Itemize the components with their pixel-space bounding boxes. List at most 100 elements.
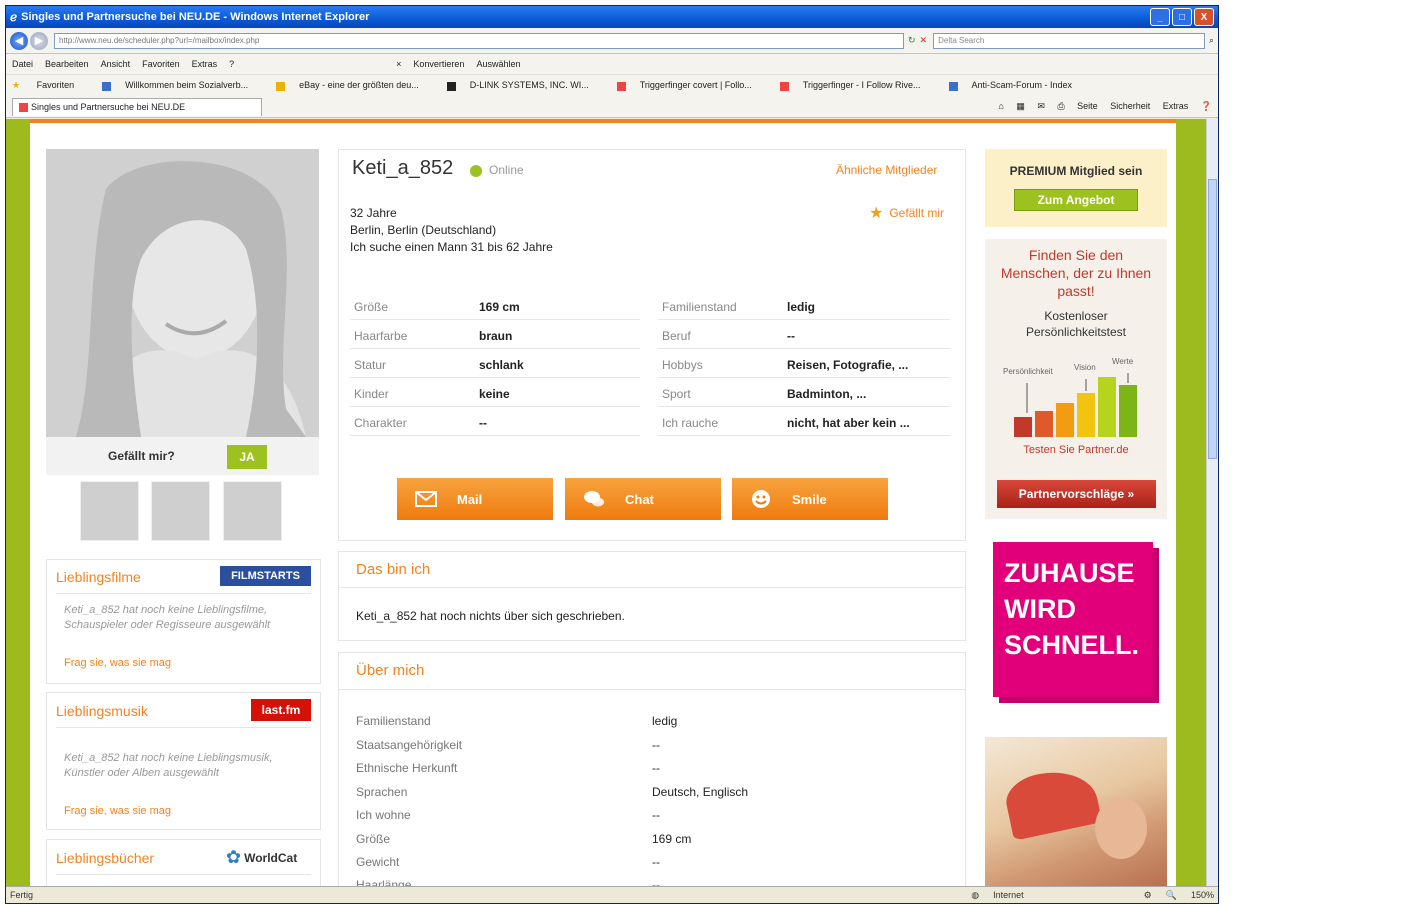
dlink-icon bbox=[446, 81, 456, 91]
minimize-button[interactable]: _ bbox=[1150, 8, 1170, 26]
photo-thumbnail-3[interactable] bbox=[223, 481, 282, 541]
tool-extras[interactable]: Extras bbox=[1163, 101, 1189, 111]
favorite-link-4[interactable]: Triggerfinger covert | Follo... bbox=[616, 80, 766, 91]
feeds-icon[interactable]: ▦ bbox=[1016, 101, 1025, 111]
detail-label: Staatsangehörigkeit bbox=[356, 738, 463, 752]
photo-thumbnail-1[interactable] bbox=[80, 481, 139, 541]
detail-value: -- bbox=[652, 855, 660, 869]
protected-mode-icon[interactable]: ⚙ bbox=[1144, 890, 1152, 901]
zoom-icon[interactable]: 🔍 bbox=[1166, 890, 1177, 901]
page-content: Gefällt mir? JA Lieblingsfilme FILMSTART… bbox=[30, 119, 1176, 886]
back-icon[interactable]: ◀ bbox=[10, 31, 28, 50]
profile-photo[interactable] bbox=[46, 149, 319, 437]
detail-value: ledig bbox=[652, 714, 678, 728]
search-icon[interactable]: ⌕ bbox=[1209, 35, 1214, 46]
menu-bar: Datei Bearbeiten Ansicht Favoriten Extra… bbox=[6, 54, 1218, 74]
divider bbox=[56, 874, 311, 875]
photo-thumbnail-2[interactable] bbox=[151, 481, 210, 541]
attr-label: Ich rauche bbox=[662, 416, 719, 430]
menu-help[interactable]: ? bbox=[229, 59, 234, 69]
detail-label: Haarlänge bbox=[356, 878, 412, 886]
favorite-link-5[interactable]: Triggerfinger - I Follow Rive... bbox=[779, 80, 935, 91]
close-button[interactable]: X bbox=[1194, 8, 1214, 26]
divider bbox=[658, 348, 950, 349]
test-link[interactable]: Testen Sie Partner.de bbox=[985, 444, 1167, 456]
detail-label: Größe bbox=[356, 832, 391, 846]
chat-bubbles-icon bbox=[583, 491, 605, 507]
premium-offer-button[interactable]: Zum Angebot bbox=[1014, 189, 1138, 211]
favorite-movies-title: Lieblingsfilme bbox=[56, 569, 141, 585]
online-status-icon bbox=[470, 165, 482, 177]
home-icon[interactable]: ⌂ bbox=[998, 101, 1003, 111]
divider bbox=[56, 593, 311, 594]
attr-value: Badminton, ... bbox=[787, 387, 867, 401]
worldcat-logo[interactable]: ✿ WorldCat bbox=[226, 847, 297, 868]
status-zoom[interactable]: 150% bbox=[1191, 890, 1214, 900]
like-area bbox=[46, 437, 319, 475]
refresh-icon[interactable]: ↻ bbox=[908, 35, 916, 46]
scrollbar-thumb[interactable] bbox=[1208, 179, 1217, 459]
menu-ansicht[interactable]: Ansicht bbox=[101, 59, 131, 69]
detail-value: 169 cm bbox=[652, 832, 692, 846]
menu-bearbeiten[interactable]: Bearbeiten bbox=[45, 59, 89, 69]
detail-label: Ich wohne bbox=[356, 808, 411, 822]
favorite-movies-ask-link[interactable]: Frag sie, was sie mag bbox=[64, 657, 171, 669]
search-input[interactable]: Delta Search bbox=[933, 32, 1205, 49]
page-viewport: Gefällt mir? JA Lieblingsfilme FILMSTART… bbox=[6, 119, 1206, 886]
menu-favoriten[interactable]: Favoriten bbox=[142, 59, 180, 69]
favorite-link-3[interactable]: D-LINK SYSTEMS, INC. WI... bbox=[446, 80, 603, 91]
ad-banner[interactable]: ZUHAUSE WIRD SCHNELL. bbox=[985, 532, 1167, 886]
address-bar[interactable]: http://www.neu.de/scheduler.php?url=/mai… bbox=[54, 32, 904, 49]
stop-icon[interactable]: ✕ bbox=[920, 35, 928, 46]
maximize-button[interactable]: □ bbox=[1172, 8, 1192, 26]
menu-datei[interactable]: Datei bbox=[12, 59, 33, 69]
favorite-link-2[interactable]: eBay - eine der größten deu... bbox=[276, 80, 433, 91]
vertical-scrollbar[interactable] bbox=[1206, 119, 1218, 886]
toolbar-konvertieren[interactable]: Konvertieren bbox=[413, 59, 464, 69]
smile-button[interactable]: Smile bbox=[732, 478, 888, 520]
attr-label: Haarfarbe bbox=[354, 329, 408, 343]
divider bbox=[658, 319, 950, 320]
attr-value: 169 cm bbox=[479, 300, 520, 314]
ie-icon: ℯ bbox=[10, 10, 18, 24]
menu-extras[interactable]: Extras bbox=[192, 59, 218, 69]
favorite-link-1[interactable]: Willkommen beim Sozialverb... bbox=[102, 80, 262, 91]
tool-sicherheit[interactable]: Sicherheit bbox=[1110, 101, 1150, 111]
top-accent-line bbox=[30, 119, 1176, 123]
toolbar-close-icon[interactable]: × bbox=[396, 59, 401, 69]
filmstarts-logo[interactable]: FILMSTARTS bbox=[220, 566, 311, 586]
like-yes-button[interactable]: JA bbox=[227, 445, 267, 469]
profile-location: Berlin, Berlin (Deutschland) bbox=[350, 223, 497, 237]
attr-label: Beruf bbox=[662, 329, 691, 343]
attr-value: keine bbox=[479, 387, 510, 401]
partner-suggestions-button[interactable]: Partnervorschläge » bbox=[997, 480, 1156, 508]
print-icon[interactable]: ⎙ bbox=[1057, 101, 1064, 111]
test-headline: Finden Sie den Menschen, der zu Ihnen pa… bbox=[1000, 247, 1152, 299]
tab-title: Singles und Partnersuche bei NEU.DE bbox=[31, 102, 186, 112]
toolbar-auswaehlen[interactable]: Auswählen bbox=[476, 59, 520, 69]
status-text: Fertig bbox=[10, 890, 34, 900]
mail-icon[interactable]: ✉ bbox=[1037, 101, 1045, 111]
attr-label: Statur bbox=[354, 358, 387, 372]
page-icon bbox=[948, 81, 958, 91]
similar-members-link[interactable]: Ähnliche Mitglieder bbox=[836, 163, 937, 177]
favorite-music-ask-link[interactable]: Frag sie, was sie mag bbox=[64, 805, 171, 817]
lastfm-logo-text: last.fm bbox=[261, 703, 301, 717]
mail-button[interactable]: Mail bbox=[397, 478, 553, 520]
favorites-button[interactable]: ★ Favoriten bbox=[12, 80, 88, 91]
status-bar: Fertig ◍ Internet ⚙ 🔍 150% bbox=[6, 886, 1218, 903]
divider bbox=[350, 435, 640, 436]
star-icon: ★ bbox=[12, 80, 21, 90]
favorite-link-6[interactable]: Anti-Scam-Forum - Index bbox=[948, 80, 1087, 91]
tool-seite[interactable]: Seite bbox=[1077, 101, 1098, 111]
forward-icon[interactable]: ▶ bbox=[30, 31, 48, 50]
tab-active[interactable]: Singles und Partnersuche bei NEU.DE bbox=[12, 97, 262, 116]
ad-photo-face bbox=[1095, 797, 1147, 859]
detail-value: -- bbox=[652, 808, 660, 822]
favorite-label: Anti-Scam-Forum - Index bbox=[971, 80, 1073, 91]
like-link[interactable]: ★ Gefällt mir bbox=[869, 203, 944, 223]
chat-button[interactable]: Chat bbox=[565, 478, 721, 520]
help-icon[interactable]: ❓ bbox=[1201, 101, 1212, 111]
lastfm-logo[interactable]: last.fm bbox=[251, 699, 311, 721]
detail-value: Deutsch, Englisch bbox=[652, 785, 749, 799]
